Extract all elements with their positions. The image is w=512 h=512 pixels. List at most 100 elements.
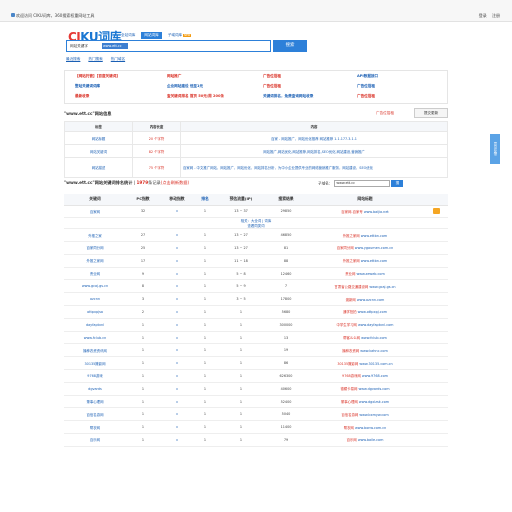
promo-link[interactable]: 广告位招租 [357,84,375,89]
site-domain[interactable]: www.ozcnn.com [357,298,384,302]
site-title-link[interactable]: 帮客么么网 [343,336,360,340]
site-domain[interactable]: www.fclub.com [361,336,387,340]
col-header[interactable]: 移动指数 [160,194,194,206]
filter-button[interactable]: 搜 [391,180,404,187]
site-domain[interactable]: www.baile.com [358,438,384,442]
promo-link[interactable]: API数据接口 [357,74,378,79]
keyword-cell[interactable]: 董事心理网 [64,395,126,409]
promo-link[interactable]: 最新收录 [75,94,89,99]
site-title-link[interactable]: 外推之家网 [343,234,360,238]
site-title-link[interactable]: 通学拍拍 [343,310,357,314]
promo-link[interactable]: 广告位招租 [357,94,375,99]
site-domain[interactable]: www.dgxlzsk.com [359,400,389,404]
tab-website[interactable]: 网站词库 [141,32,162,39]
title-cell: 通学拍拍 www.ottpxpj.com [306,305,424,319]
tab-site-wide[interactable]: 全站词库 [118,32,138,39]
promo-link[interactable]: 广告位招租 [263,74,281,79]
keyword-cell[interactable]: www.gcaj.gs.cn [64,279,126,294]
results-cell: 40600 [266,382,306,396]
site-domain[interactable]: www.bzhnc.com [360,349,388,353]
site-domain[interactable]: www.9768.com [362,374,388,378]
site-domain[interactable]: www.bxmyw.com [359,413,388,417]
site-title-link[interactable]: 百乐网 [347,438,357,442]
keyword-cell[interactable]: 百信名游网 [64,407,126,422]
site-domain[interactable]: www.gcaj.gs.cn [369,285,395,289]
promo-link[interactable]: 查关键词排名 首页 50元/周 200条 [167,94,224,99]
site-domain[interactable]: www.30135.com.cn [359,362,392,366]
keyword-cell[interactable]: 百家网 [64,205,126,219]
site-domain[interactable]: www.ottpxpj.com [358,310,387,314]
subnav-domains[interactable]: 热门域名 [111,57,125,62]
site-domain[interactable]: www.ettbn.com [361,259,387,263]
site-domain[interactable]: www.ygaumen.com.cn [355,246,393,250]
promo-link[interactable]: 企业网站建设 低至1元 [167,84,203,89]
subnav-recent[interactable]: 最近搜索 [66,57,80,62]
keyword-cell[interactable]: ottpxpjsa [64,305,126,319]
promo-link[interactable]: 网站推广 [167,74,181,79]
keyword-cell[interactable]: 播种农资资讯网 [64,343,126,358]
col-header[interactable]: PC指数 [126,194,160,206]
promo-link[interactable]: 整站关键词词库 [75,84,100,89]
col-header[interactable]: 搜索结果 [266,194,306,206]
site-title-link[interactable]: 德耀卡易网 [340,387,357,391]
site-title-link[interactable]: 甘肃省公路交通建设网 [334,285,368,289]
site-title-link[interactable]: 澳新网 [346,298,356,302]
similar-words-link[interactable]: 查看同类词 [64,223,448,228]
search-button[interactable]: 搜索 [273,40,307,52]
col-header-sorted[interactable]: 排名 [194,194,216,206]
keyword-cell[interactable]: 30135撒影网 [64,356,126,371]
subnav-hot[interactable]: 热门搜索 [88,57,102,62]
mobile-index-cell: 0 [160,356,194,371]
site-title-link[interactable]: 30135撒影网 [337,362,358,366]
login-link[interactable]: 登录 [479,13,487,18]
tab-subdomain[interactable]: 子域词库 NEW [165,32,195,39]
title-cell: 帮客么么网 www.fclub.com [306,331,424,345]
search-input[interactable]: www.ett.cc [102,43,128,49]
register-link[interactable]: 注册 [492,13,500,18]
traffic-cell: 1 [216,305,266,319]
site-domain[interactable]: www.ettbn.com [361,234,387,238]
site-title-link[interactable]: 9768游戏网 [342,374,361,378]
col-header[interactable]: 预估流量(IP) [216,194,266,206]
col-header[interactable]: 关键词 [64,194,126,206]
site-title-link[interactable]: 百信名游网 [341,413,358,417]
site-title-link[interactable]: 百家网-百家号 [341,210,363,214]
keyword-cell[interactable]: www.fclub.cn [64,331,126,345]
mobile-index-cell: 0 [160,205,194,219]
pc-index-cell: 1 [126,356,160,371]
traffic-cell: 1 [216,343,266,358]
site-domain[interactable]: www.dayfaptxnl.com [358,323,394,327]
promo-link[interactable]: 广告位招租 [263,84,281,89]
site-title-link[interactable]: 播种农资网 [342,349,359,353]
keyword-cell[interactable]: 责业网 [64,267,126,281]
rank-cell: 1 [194,331,216,345]
site-domain[interactable]: www.dgvards.com [358,387,389,391]
keyword-cell[interactable]: ozcnn [64,292,126,307]
submit-update-button[interactable]: 提交更新 [414,108,448,118]
site-domain[interactable]: www.zeweb.com [356,272,384,276]
keyword-cell[interactable]: dayfaptxnl [64,318,126,332]
promo-link[interactable]: 关键词排名，免费查询网站收录 [263,94,313,99]
site-title-link[interactable]: 中学生学习网 [337,323,357,327]
promo-link[interactable]: 【网站托管】【百度关键词】 [75,74,120,79]
feedback-side-tab[interactable]: 意见反馈 [490,134,500,164]
site-title-link[interactable]: 董事心理网 [341,400,358,404]
keyword-cell[interactable]: 百乐网 [64,433,126,447]
keyword-cell[interactable]: 百家同分网 [64,241,126,255]
keyword-cell[interactable]: 外推之家网 [64,254,126,268]
site-title-link[interactable]: 百家同分网 [337,246,354,250]
ad-link[interactable]: 广告位招租 [376,111,394,116]
keyword-cell[interactable]: 外推之家 [64,228,126,243]
site-title-link[interactable]: 帮农网 [344,426,354,430]
site-title-link[interactable]: 外推之家网 [343,259,360,263]
keyword-cell[interactable]: 帮农网 [64,420,126,435]
site-domain[interactable]: www.baijia.net [364,210,389,214]
subdomain-select[interactable]: www.ett.cc [334,180,391,187]
search-type-select[interactable]: 网站关键字 [68,42,100,50]
site-domain[interactable]: www.bonw.com.cn [355,426,386,430]
keyword-cell[interactable]: dgvards [64,382,126,396]
keyword-cell[interactable]: 9768游戏 [64,369,126,383]
site-title-link[interactable]: 责业网 [345,272,355,276]
download-icon[interactable] [432,207,440,214]
refresh-link[interactable]: (点击刷新数据) [161,180,189,185]
